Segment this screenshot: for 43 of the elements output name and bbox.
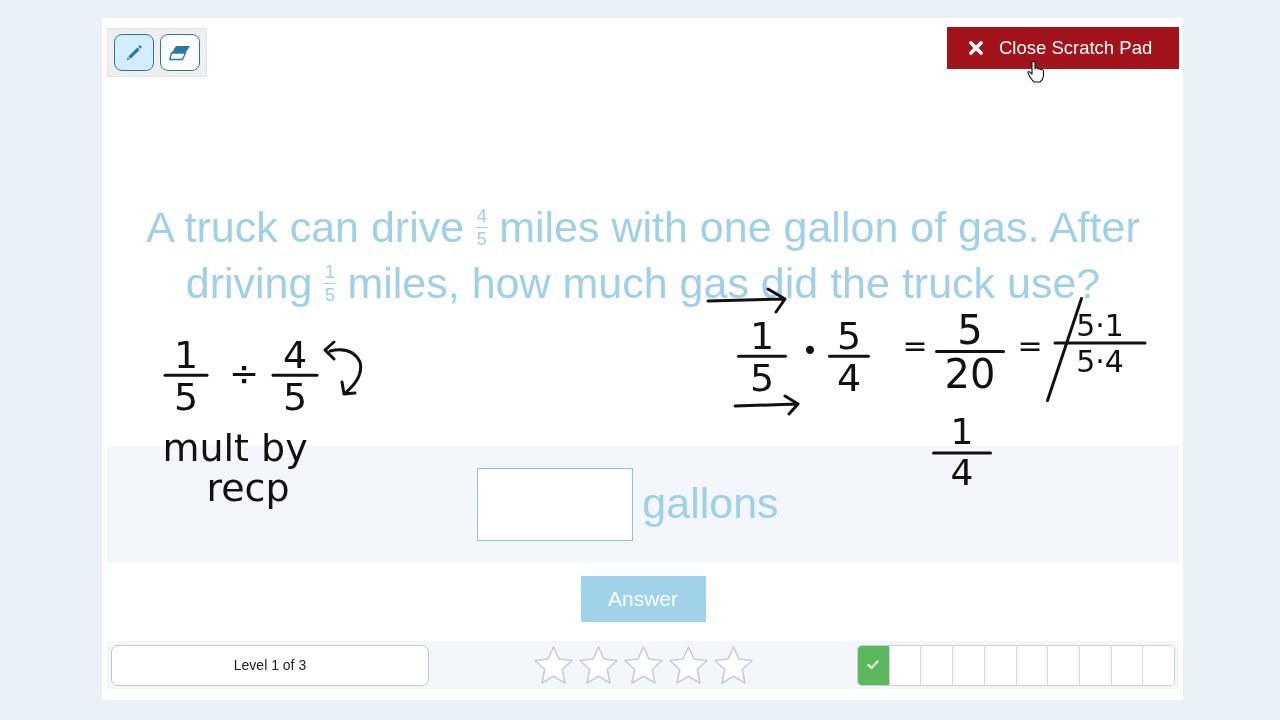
fraction-bar [932,451,992,454]
fraction-bar [935,350,1005,353]
handwritten-numerator: 1 [173,338,199,371]
level-indicator: Level 1 of 3 [111,644,429,686]
close-icon [969,41,983,55]
eraser-icon [169,44,191,61]
close-scratch-pad-button[interactable]: Close Scratch Pad [947,27,1179,69]
fraction-bar [828,355,870,358]
handwritten-numerator: 5 [836,319,862,352]
fraction-bar [163,374,209,377]
eraser-tool-button[interactable] [160,34,200,71]
handwritten-denominator: 4 [836,362,862,395]
handwritten-denominator: 5 [173,381,199,414]
check-icon [867,660,880,670]
star-icon [712,645,754,685]
star-icon [622,645,664,685]
handwritten-numerator: 1 [749,319,775,352]
handwritten-denominator: 5·4 [1076,348,1124,374]
handwritten-denominator: 4 [950,458,974,489]
fraction-bar [271,374,319,377]
pencil-tool-button[interactable] [114,34,154,71]
handwritten-denominator: 5 [282,381,308,414]
handwritten-denominator: 20 [944,357,996,391]
star-icon [532,645,574,685]
star-icon [577,645,619,685]
pencil-icon [125,43,143,62]
handwritten-note: recp [206,469,290,507]
answer-field[interactable] [477,468,634,541]
handwritten-denominator: 5 [749,362,775,395]
star-icon [667,645,709,685]
unit-label: gallons [642,478,779,529]
math-symbol: = [1017,331,1043,361]
right-arrow-icon [733,394,801,416]
math-symbol: ÷ [228,356,260,392]
math-symbol: = [902,331,928,361]
handwritten-numerator: 1 [950,417,974,448]
handwritten-note: mult by [162,429,308,467]
handwritten-numerator: 5 [957,313,983,347]
hand-cursor-icon [1027,60,1045,83]
handwritten-numerator: 4 [282,338,308,371]
handwritten-numerator: 5·1 [1076,312,1124,338]
math-symbol: • [801,337,819,365]
fraction-bar [737,355,787,358]
